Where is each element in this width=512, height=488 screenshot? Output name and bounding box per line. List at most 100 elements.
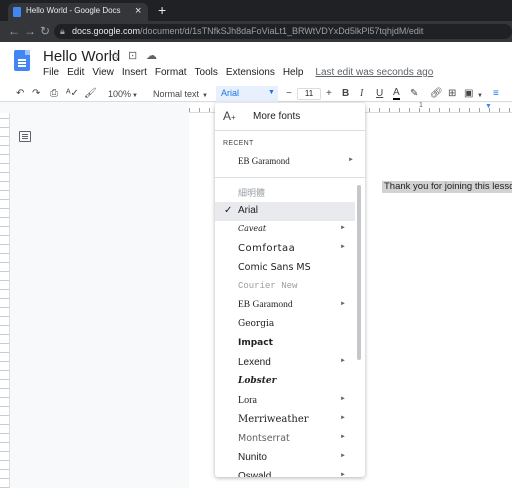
font-item-label: Comic Sans MS (238, 262, 311, 273)
font-item[interactable]: Lobster (215, 373, 355, 392)
menu-extensions[interactable]: Extensions (226, 67, 275, 81)
font-item-label: Arial (238, 205, 259, 216)
chevron-down-icon[interactable]: ▼ (202, 89, 208, 103)
font-item[interactable]: Caveat ► (215, 221, 355, 240)
submenu-arrow-icon: ► (340, 225, 346, 231)
document-title[interactable]: Hello World (43, 48, 120, 65)
underline-button[interactable]: U (376, 87, 383, 101)
font-item[interactable]: Oswald ► (215, 468, 355, 477)
zoom-select[interactable]: 100% (108, 87, 131, 101)
vertical-ruler (0, 113, 10, 488)
submenu-arrow-icon: ► (340, 244, 346, 250)
recent-font-item[interactable]: EB Garamond ► (215, 153, 365, 171)
address-bar[interactable]: 🔒︎ docs.google.com/document/d/1sTNfkSJh8… (54, 24, 512, 39)
font-item[interactable]: Georgia (215, 316, 355, 335)
submenu-arrow-icon: ► (340, 434, 346, 440)
right-indent-marker-icon[interactable]: ▼ (485, 103, 492, 110)
style-select[interactable]: Normal text (153, 87, 199, 101)
font-item[interactable]: 細明體 (215, 183, 355, 202)
font-item[interactable]: Comfortaa ► (215, 240, 355, 259)
decrease-font-size-button[interactable]: − (286, 87, 292, 101)
text-color-button[interactable]: A (393, 87, 400, 100)
menu-bar: File Edit View Insert Format Tools Exten… (43, 67, 441, 81)
menu-help[interactable]: Help (283, 67, 304, 81)
align-left-icon[interactable]: ≡ (493, 87, 499, 101)
more-fonts-option[interactable]: More fonts (253, 111, 300, 122)
submenu-arrow-icon: ► (340, 396, 346, 402)
redo-icon[interactable]: ↷ (32, 87, 40, 101)
font-item-label: Lora (238, 395, 257, 406)
chevron-down-icon: ▼ (268, 89, 275, 96)
font-item-label: Lobster (238, 376, 277, 386)
font-item[interactable]: Comic Sans MS (215, 259, 355, 278)
browser-tab-strip: Hello World - Google Docs × + (0, 0, 512, 21)
font-dropdown-menu: A+ More fonts RECENT EB Garamond ► 細明體 ✓ A… (215, 103, 365, 477)
scrollbar-thumb[interactable] (357, 185, 361, 360)
font-item-label: Lexend (238, 357, 271, 368)
font-item[interactable]: Montserrat ► (215, 430, 355, 449)
chevron-down-icon[interactable]: ▼ (477, 89, 483, 103)
comment-icon[interactable]: ⊞ (448, 87, 456, 101)
tab-title: Hello World - Google Docs (26, 6, 121, 15)
font-item-label: Georgia (238, 319, 275, 329)
font-item[interactable]: Lexend ► (215, 354, 355, 373)
back-icon[interactable]: ← (8, 24, 20, 38)
font-item-label: Merriweather (238, 414, 309, 425)
url-host: docs.google.com (72, 26, 141, 36)
close-tab-icon[interactable]: × (135, 4, 141, 18)
submenu-arrow-icon: ► (340, 358, 346, 364)
checkmark-icon: ✓ (224, 205, 233, 216)
font-item[interactable]: EB Garamond ► (215, 297, 355, 316)
chevron-down-icon[interactable]: ▼ (132, 89, 138, 103)
font-item[interactable]: Nunito ► (215, 449, 355, 468)
last-edit-link[interactable]: Last edit was seconds ago (315, 67, 433, 81)
docs-logo-icon[interactable] (14, 50, 30, 71)
menu-format[interactable]: Format (155, 67, 187, 81)
font-item[interactable]: ✓ Arial (215, 202, 355, 221)
font-list: 細明體 ✓ Arial Caveat ► Comfortaa ► Comic Sans MS C… (215, 183, 355, 477)
submenu-arrow-icon: ► (340, 415, 346, 421)
new-tab-icon[interactable]: + (158, 3, 166, 17)
font-item[interactable]: Merriweather ► (215, 411, 355, 430)
forward-icon[interactable]: → (24, 24, 36, 38)
menu-insert[interactable]: Insert (122, 67, 147, 81)
reload-icon[interactable]: ↻ (40, 24, 50, 38)
submenu-arrow-icon: ► (340, 301, 346, 307)
menu-file[interactable]: File (43, 67, 59, 81)
font-item[interactable]: Impact (215, 335, 355, 354)
link-icon[interactable]: 🔗︎ (430, 87, 443, 101)
print-icon[interactable]: ⎙ (50, 87, 58, 101)
browser-tab[interactable]: Hello World - Google Docs × (8, 3, 148, 21)
submenu-arrow-icon: ► (340, 472, 346, 477)
submenu-arrow-icon: ► (348, 157, 354, 163)
font-item-label: Nunito (238, 452, 267, 463)
move-folder-icon[interactable]: ⊡ (128, 49, 137, 63)
submenu-arrow-icon: ► (340, 453, 346, 459)
document-outline-icon[interactable] (19, 131, 31, 142)
font-item-label: 細明體 (238, 189, 266, 199)
italic-button[interactable]: I (360, 87, 363, 101)
font-item[interactable]: Courier New (215, 278, 355, 297)
cloud-status-icon[interactable]: ☁ (146, 49, 157, 63)
selected-body-text[interactable]: Thank you for joining this lesson. (382, 181, 512, 193)
font-item[interactable]: Lora ► (215, 392, 355, 411)
image-icon[interactable]: ▣ (464, 87, 473, 101)
recent-section-label: RECENT (223, 140, 254, 147)
paint-format-icon[interactable]: 🖌︎ (84, 87, 97, 101)
font-select[interactable]: Arial ▼ (216, 86, 278, 102)
increase-font-size-button[interactable]: + (326, 87, 332, 101)
font-size-input[interactable]: 11 (297, 88, 321, 100)
font-item-label: EB Garamond (238, 156, 290, 166)
menu-view[interactable]: View (92, 67, 114, 81)
font-select-value: Arial (221, 88, 240, 98)
highlight-icon[interactable]: ✎ (410, 87, 418, 101)
menu-divider (215, 177, 365, 178)
star-icon[interactable]: ☆ (110, 49, 120, 63)
url-path: /document/d/1sTNfkSJh8daFoViaLt1_BRWtVDY… (140, 26, 424, 36)
menu-tools[interactable]: Tools (195, 67, 218, 81)
bold-button[interactable]: B (342, 87, 349, 101)
menu-edit[interactable]: Edit (67, 67, 84, 81)
spellcheck-icon[interactable]: ᴬ✓ (66, 87, 79, 101)
undo-icon[interactable]: ↶ (16, 87, 24, 101)
ruler-number: 1 (419, 102, 423, 109)
